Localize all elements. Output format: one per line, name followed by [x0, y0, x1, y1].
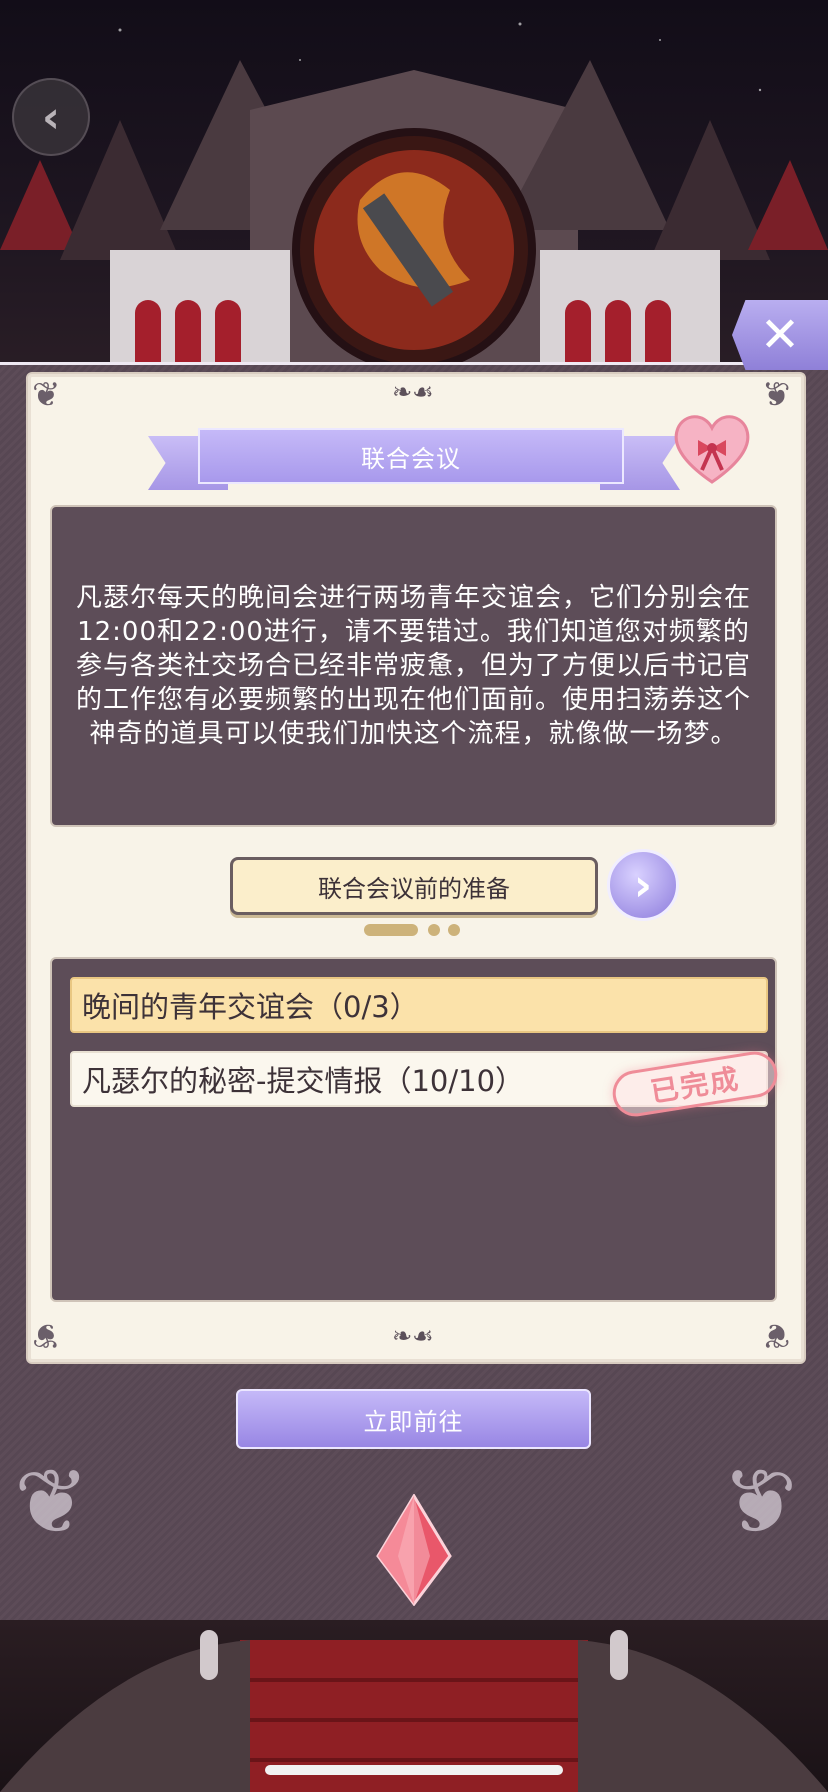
top-flourish-icon: ❧☙: [392, 378, 434, 406]
close-button[interactable]: ✕: [732, 300, 828, 370]
bottom-flourish-icon: ❧☙: [392, 1322, 434, 1350]
chevron-left-icon: ‹: [41, 91, 61, 143]
dialog-title: 联合会议: [198, 428, 624, 484]
completed-stamp: 已完成: [609, 1048, 781, 1120]
close-icon: ✕: [759, 307, 801, 363]
description-text: 凡瑟尔每天的晚间会进行两场青年交谊会，它们分别会在12:00和22:00进行，请…: [75, 583, 751, 749]
task-list: 晚间的青年交谊会（0/3） 凡瑟尔的秘密-提交情报（10/10） 已完成: [50, 957, 781, 1302]
side-ornament-icon: ❦: [14, 1450, 90, 1555]
heart-bow-icon: [674, 415, 750, 484]
go-now-button[interactable]: 立即前往: [236, 1389, 591, 1449]
page-dot-active: [364, 924, 418, 936]
next-page-button[interactable]: ›: [607, 849, 679, 921]
corner-ornament-icon: ❦: [762, 1315, 791, 1355]
task-label: 晚间的青年交谊会（0/3）: [82, 990, 419, 1024]
corner-ornament-icon: ❦: [762, 375, 791, 415]
background-castle-top: [0, 0, 828, 380]
side-ornament-icon: ❦: [722, 1450, 798, 1555]
page-dot: [448, 924, 460, 936]
description-panel: 凡瑟尔每天的晚间会进行两场青年交谊会，它们分别会在12:00和22:00进行，请…: [50, 505, 777, 827]
task-item-youth-gathering[interactable]: 晚间的青年交谊会（0/3）: [70, 977, 768, 1033]
prep-button[interactable]: 联合会议前的准备: [230, 857, 598, 915]
task-label: 凡瑟尔的秘密-提交情报（10/10）: [82, 1064, 525, 1098]
chevron-right-icon: ›: [633, 859, 653, 911]
page-dot: [428, 924, 440, 936]
task-item-secret-intel[interactable]: 凡瑟尔的秘密-提交情报（10/10） 已完成: [70, 1048, 781, 1120]
page-indicator: [364, 922, 484, 938]
corner-ornament-icon: ❦: [32, 1315, 61, 1355]
corner-ornament-icon: ❦: [32, 375, 61, 415]
back-button[interactable]: ‹: [12, 78, 90, 156]
castle-illustration: [0, 22, 828, 380]
crystal-gem-icon: [376, 1494, 452, 1606]
home-indicator[interactable]: [265, 1765, 563, 1775]
